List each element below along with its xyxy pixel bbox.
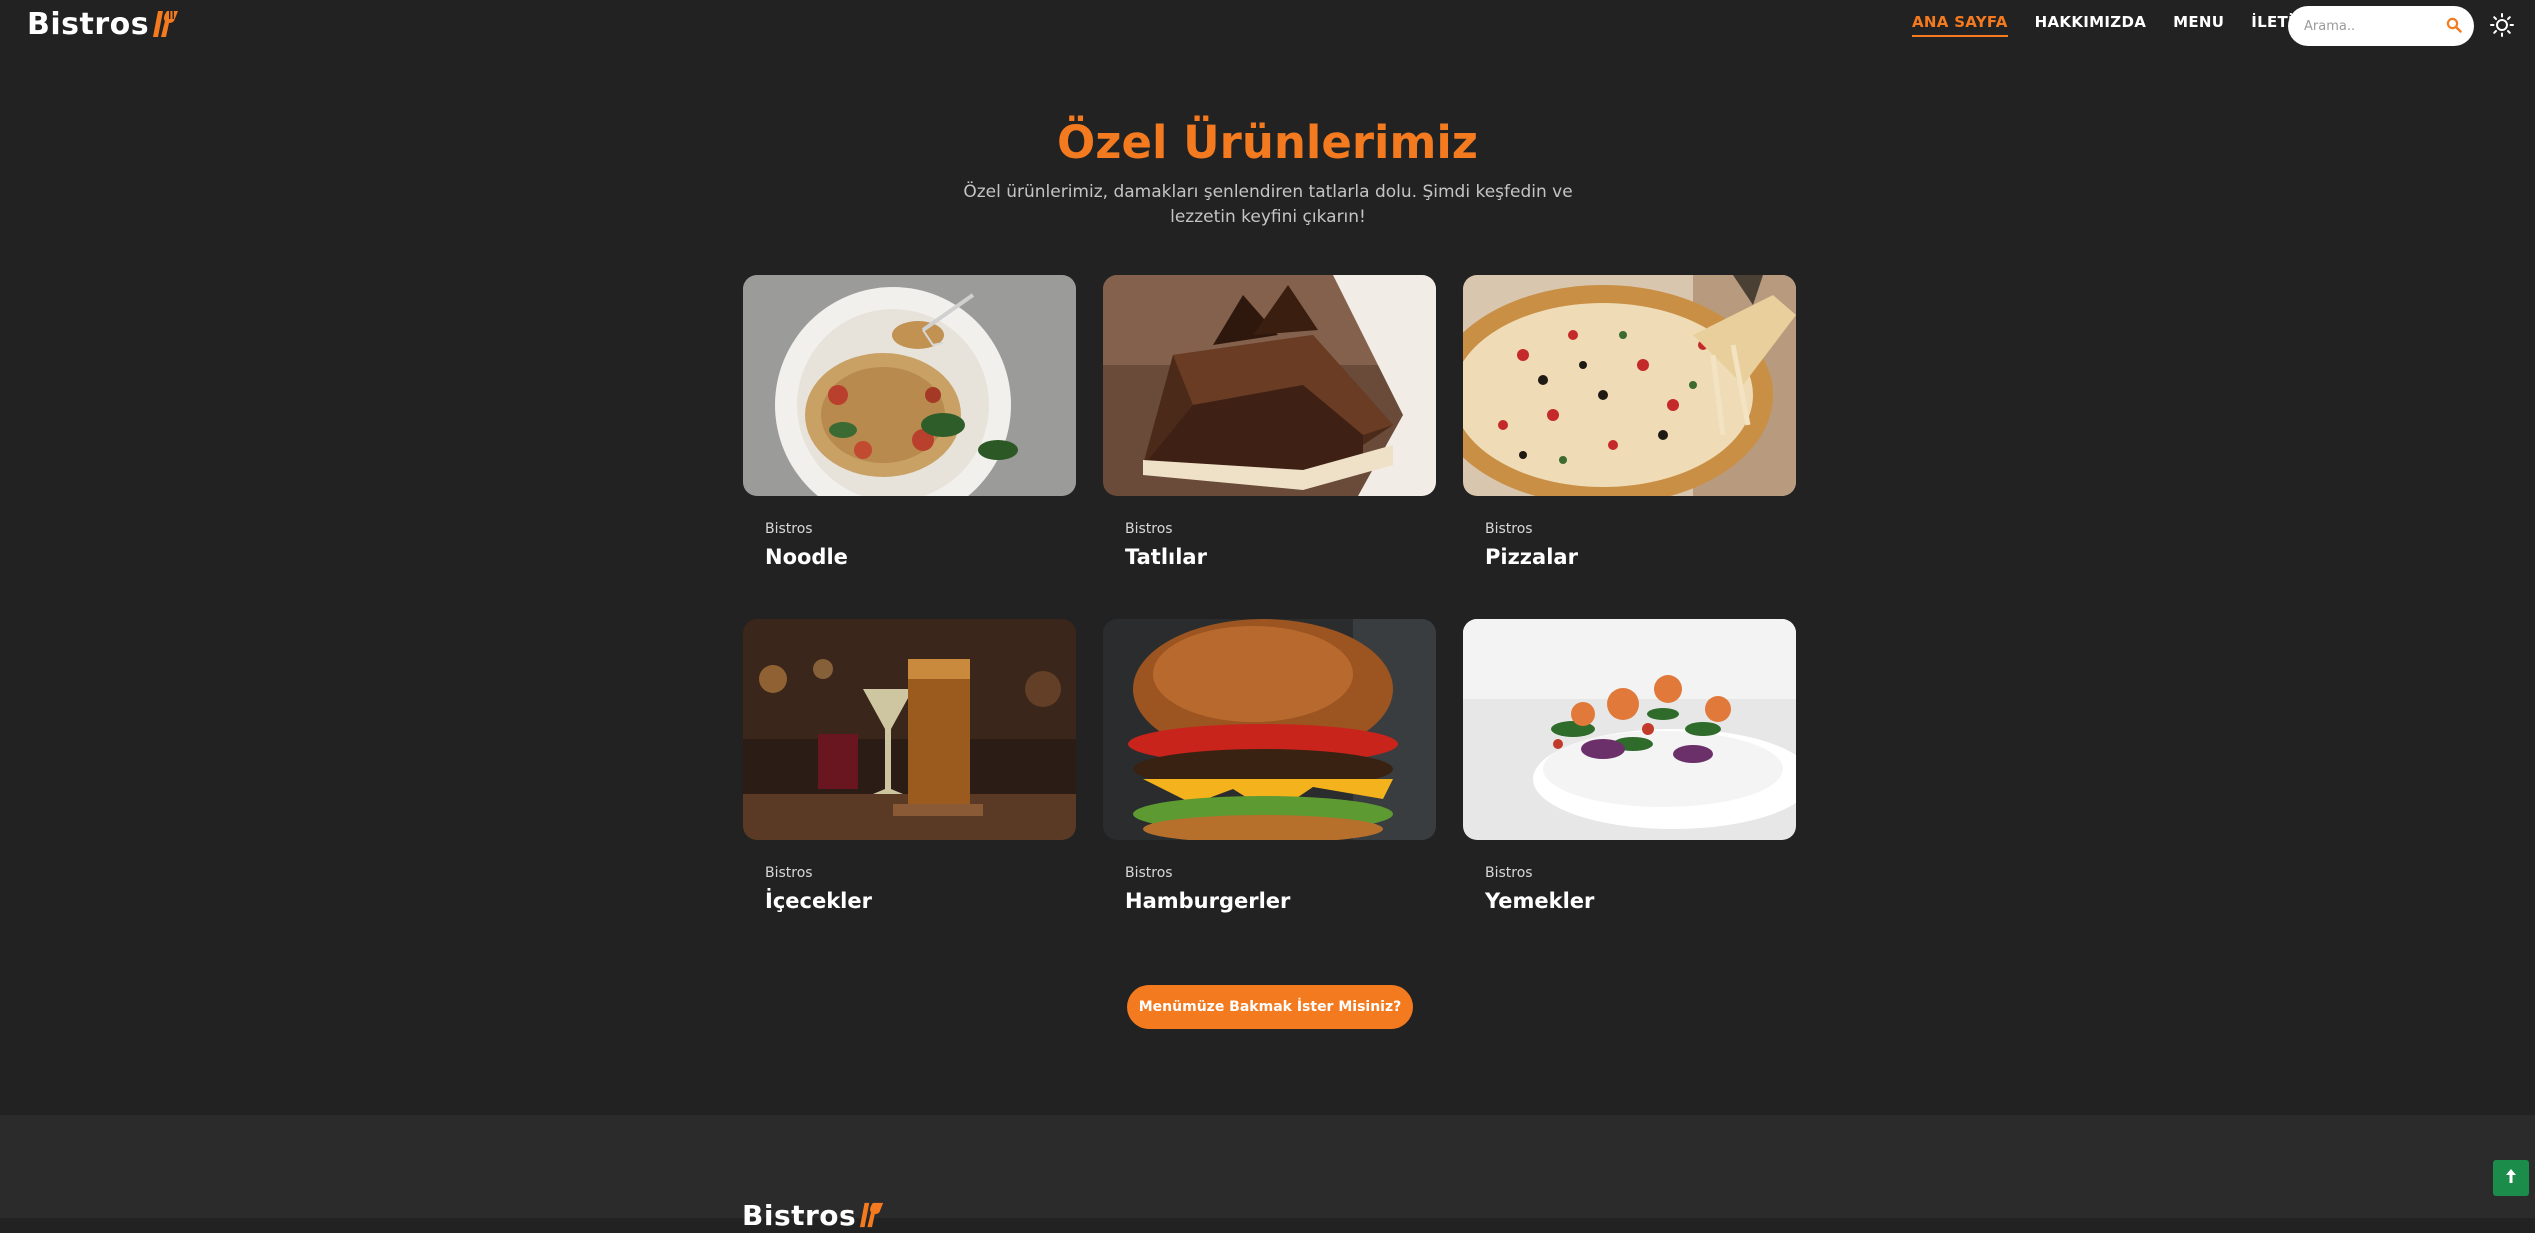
card-title: Yemekler — [1485, 889, 1595, 913]
card-title: Tatlılar — [1125, 545, 1207, 569]
nav-item-menu[interactable]: MENU — [2173, 13, 2224, 37]
card-title: Pizzalar — [1485, 545, 1578, 569]
product-card-icecekler[interactable]: Bistros İçecekler — [743, 619, 1076, 913]
card-category: Bistros — [1485, 865, 1533, 881]
footer-logo-text: Bistros — [742, 1198, 857, 1232]
product-card-yemekler[interactable]: Bistros Yemekler — [1463, 619, 1796, 913]
view-menu-button[interactable]: Menümüze Bakmak İster Misiniz? — [1127, 985, 1413, 1029]
section-title: Özel Ürünlerimiz — [1057, 116, 1478, 169]
product-card-pizzalar[interactable]: Bistros Pizzalar — [1463, 275, 1796, 569]
card-category: Bistros — [765, 865, 813, 881]
product-card-tatlilar[interactable]: Bistros Tatlılar — [1103, 275, 1436, 569]
product-card-noodle[interactable]: Bistros Noodle — [743, 275, 1076, 569]
search-icon[interactable] — [2446, 17, 2462, 37]
logo-text: Bistros — [27, 6, 150, 42]
card-category: Bistros — [765, 521, 813, 537]
search-input[interactable] — [2302, 17, 2436, 35]
card-category: Bistros — [1125, 521, 1173, 537]
main-nav: ANA SAYFA HAKKIMIZDA MENU İLETİŞİM — [1912, 13, 2353, 37]
back-to-top-button[interactable] — [2493, 1160, 2529, 1196]
pizza-slice-image — [1463, 275, 1796, 496]
shrimp-dish-image — [1463, 619, 1796, 840]
spaghetti-plate-image — [743, 275, 1076, 496]
card-title: Noodle — [765, 545, 848, 569]
section-subtitle: Özel ürünlerimiz, damakları şenlendiren … — [963, 182, 1573, 227]
cocktail-drinks-image — [743, 619, 1076, 840]
arrow-up-icon — [2504, 1168, 2518, 1188]
fork-knife-logo-icon — [152, 9, 180, 43]
product-card-hamburgerler[interactable]: Bistros Hamburgerler — [1103, 619, 1436, 913]
fork-knife-logo-icon — [859, 1201, 885, 1233]
nav-item-hakkimizda[interactable]: HAKKIMIZDA — [2035, 13, 2146, 37]
site-footer: Bistros — [0, 1115, 2535, 1232]
cheeseburger-image — [1103, 619, 1436, 840]
card-category: Bistros — [1485, 521, 1533, 537]
card-title: Hamburgerler — [1125, 889, 1291, 913]
search-box — [2288, 6, 2474, 46]
footer-logo[interactable]: Bistros — [742, 1197, 885, 1233]
card-category: Bistros — [1125, 865, 1173, 881]
site-header: Bistros ANA SAYFA HAKKIMIZDA MENU İLETİŞ… — [0, 0, 2535, 52]
nav-item-ana-sayfa[interactable]: ANA SAYFA — [1912, 13, 2008, 37]
chocolate-cake-slice-image — [1103, 275, 1436, 496]
card-title: İçecekler — [765, 889, 872, 913]
sun-icon[interactable] — [2490, 13, 2514, 41]
site-logo[interactable]: Bistros — [27, 5, 180, 43]
